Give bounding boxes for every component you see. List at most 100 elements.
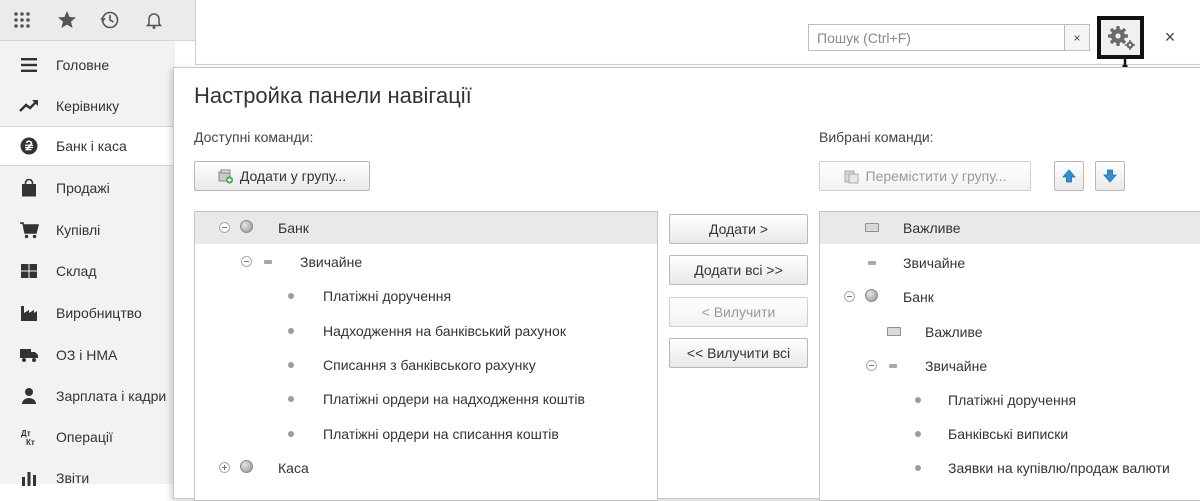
tree-row[interactable]: Надходження на банківський рахунок [195, 315, 657, 347]
sidebar-item-operations[interactable]: Дт Кт Операції [0, 417, 175, 457]
tree-row-label: Платіжні ордери на списання коштів [323, 426, 559, 442]
apps-grid-icon[interactable] [10, 8, 34, 32]
bullet-icon [288, 396, 294, 402]
sidebar-item-production[interactable]: Виробництво [0, 293, 175, 333]
sidebar-item-label: Купівлі [56, 222, 101, 238]
tree-row[interactable]: Банківські виписки [820, 418, 1200, 450]
available-commands-tree[interactable]: Банк Звичайне Платіжні доручення Надходж… [194, 211, 658, 501]
add-to-group-button[interactable]: Додати у групу... [194, 161, 370, 191]
tree-row-label: Банк [278, 220, 309, 236]
sidebar-item-salary-hr[interactable]: Зарплата і кадри [0, 376, 175, 416]
tree-row[interactable]: Платіжні ордери на списання коштів [195, 418, 657, 450]
sidebar-item-reports[interactable]: Звіти [0, 458, 175, 498]
expand-toggle-icon[interactable] [219, 462, 230, 473]
sidebar-item-label: Зарплата і кадри [56, 388, 167, 404]
dialog-title: Настройка панели навігації [194, 83, 472, 108]
selected-commands-tree[interactable]: Важливе Звичайне Банк Важливе Звичайне П… [819, 211, 1200, 501]
sidebar-item-warehouse[interactable]: Склад [0, 251, 175, 291]
dt-kt-icon: Дт Кт [19, 427, 39, 447]
collapse-toggle-icon[interactable] [219, 222, 230, 233]
section-dash-icon [264, 260, 272, 264]
move-up-button[interactable] [1054, 161, 1084, 191]
group-ball-icon [240, 460, 253, 473]
bullet-icon [288, 431, 294, 437]
important-marker-icon [865, 223, 879, 232]
menu-lines-icon [19, 55, 39, 75]
tree-row[interactable]: Важливе [820, 316, 1200, 348]
tree-row[interactable]: Звичайне [195, 246, 657, 278]
tree-row[interactable]: Звичайне [820, 350, 1200, 382]
tree-row-label: Важливе [925, 324, 983, 340]
hryvnia-coin-icon [19, 136, 39, 156]
tree-row-label: Списання з банківського рахунку [323, 357, 536, 373]
sidebar-item-bank-cash[interactable]: Банк і каса [0, 126, 175, 166]
tree-row[interactable]: Банк [195, 212, 657, 244]
truck-icon [19, 345, 39, 365]
sidebar-item-fixed-assets[interactable]: ОЗ і НМА [0, 335, 175, 375]
settings-button[interactable] [1097, 16, 1144, 59]
tree-row-label: Звичайне [903, 255, 966, 271]
section-dash-icon [889, 364, 897, 368]
bullet-icon [288, 362, 294, 368]
collapse-toggle-icon[interactable] [866, 360, 877, 371]
cart-icon [19, 220, 39, 240]
move-folder-icon [844, 168, 860, 184]
svg-text:Кт: Кт [26, 438, 35, 446]
sidebar-item-purchases[interactable]: Купівлі [0, 210, 175, 250]
move-to-group-button[interactable]: Перемістити у групу... [819, 161, 1031, 191]
tree-row-label: Банк [903, 289, 934, 305]
history-icon[interactable] [98, 8, 122, 32]
search-clear-button[interactable]: × [1064, 24, 1090, 51]
top-toolbar [0, 0, 200, 41]
collapse-toggle-icon[interactable] [241, 256, 252, 267]
tree-row-label: Банківські виписки [948, 426, 1069, 442]
sidebar-item-label: Операції [56, 429, 113, 445]
tree-row[interactable]: Банк [820, 281, 1200, 313]
sidebar-item-sales[interactable]: Продажі [0, 168, 175, 208]
tree-row[interactable]: Списання з банківського рахунку [195, 349, 657, 381]
tree-row-label: Платіжні доручення [948, 392, 1077, 408]
move-down-button[interactable] [1095, 161, 1125, 191]
person-icon [19, 386, 39, 406]
tree-row[interactable]: Каса [195, 452, 657, 484]
bullet-icon [915, 431, 921, 437]
add-folder-icon [218, 168, 234, 184]
tree-row[interactable]: Важливе [820, 212, 1200, 244]
search-input[interactable] [808, 24, 1064, 51]
tree-row[interactable]: Платіжні доручення [820, 384, 1200, 416]
sidebar-item-label: Банк і каса [56, 138, 127, 154]
tree-row-label: Платіжні доручення [323, 288, 452, 304]
warehouse-icon [19, 261, 39, 281]
remove-all-button[interactable]: << Вилучити всі [669, 338, 808, 368]
close-button[interactable]: × [1160, 26, 1180, 48]
tree-row[interactable]: Платіжні ордери на надходження коштів [195, 383, 657, 415]
group-ball-icon [240, 220, 253, 233]
collapse-toggle-icon[interactable] [844, 291, 855, 302]
tree-row[interactable]: Звичайне [820, 247, 1200, 279]
selected-commands-label: Вибрані команди: [819, 129, 934, 145]
bell-icon[interactable] [142, 8, 166, 32]
sidebar: Головне Керівнику Банк і каса Продажі Ку… [0, 41, 175, 486]
shopping-bag-icon [19, 178, 39, 198]
sidebar-item-main[interactable]: Головне [0, 45, 175, 85]
tree-row-label: Звичайне [925, 358, 988, 374]
sidebar-item-label: Виробництво [56, 305, 142, 321]
sidebar-item-label: Головне [56, 57, 110, 73]
bullet-icon [915, 465, 921, 471]
important-marker-icon [887, 327, 901, 336]
add-all-button[interactable]: Додати всі >> [669, 255, 808, 285]
add-button[interactable]: Додати > [669, 214, 808, 244]
tree-row[interactable]: Платіжні доручення [195, 280, 657, 312]
sidebar-item-label: Склад [56, 263, 97, 279]
bar-chart-icon [19, 468, 39, 488]
sidebar-item-management[interactable]: Керівнику [0, 86, 175, 126]
available-commands-label: Доступні команди: [194, 129, 314, 145]
star-icon[interactable] [55, 8, 79, 32]
trend-icon [19, 96, 39, 116]
group-ball-icon [865, 289, 878, 302]
bullet-icon [288, 328, 294, 334]
add-to-group-label: Додати у групу... [239, 168, 347, 184]
form-header: × × [195, 0, 1200, 95]
tree-row[interactable]: Заявки на купівлю/продаж валюти [820, 452, 1200, 484]
remove-button[interactable]: < Вилучити [669, 297, 808, 327]
